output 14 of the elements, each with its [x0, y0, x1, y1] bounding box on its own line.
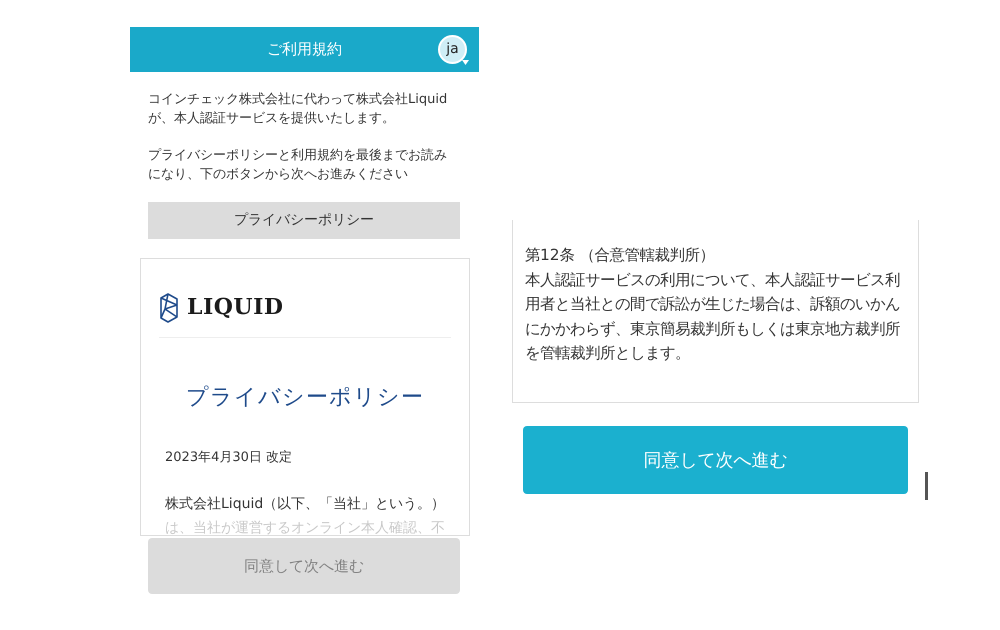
logo-icon	[159, 292, 179, 322]
document-text: 株式会社Liquid（以下、「当社」という。）	[165, 494, 446, 514]
document-title: プライバシーポリシー	[185, 384, 425, 412]
caret-icon	[462, 60, 469, 65]
terms-heading: 第12条 （合意管轄裁判所）	[525, 245, 716, 266]
revision-date: 2023年4月30日 改定	[165, 449, 294, 467]
intro-text: コインチェック株式会社に代わって株式会社Liquidが、本人認証サービスを提供いたします。	[148, 91, 448, 128]
page-title: ご利用規約	[267, 39, 342, 60]
logo-text: LIQUID	[187, 293, 284, 322]
terms-text: 本人認証サービスの利用について、本人認証サービス利用者と当社との間で訴訟が生じた場合は、訴額のいかんにかかわらず、東京簡易裁判所もしくは東京地方裁判所を管轄裁判所とします。	[525, 270, 901, 364]
privacy-policy-button[interactable]: プライバシーポリシー	[148, 202, 460, 239]
scrollbar	[925, 472, 928, 500]
avatar[interactable]: ja	[438, 35, 467, 64]
intro-text: プライバシーポリシーと利用規約を最後までお読みになり、下のボタンから次へお進みください	[148, 147, 448, 184]
